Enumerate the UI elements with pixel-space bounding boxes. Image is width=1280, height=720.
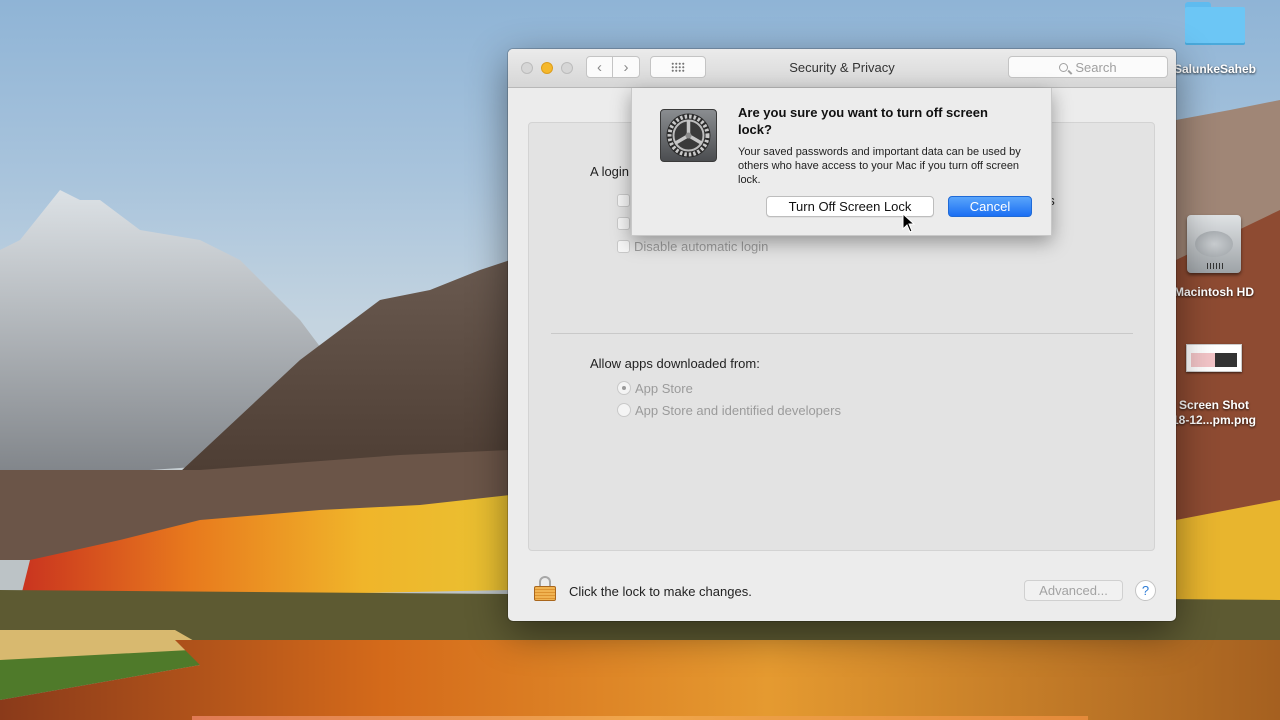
- title-bar[interactable]: ‹ › Security & Privacy Search: [508, 49, 1176, 88]
- search-input[interactable]: Search: [1008, 56, 1168, 78]
- advanced-button[interactable]: Advanced...: [1024, 580, 1123, 601]
- cancel-button[interactable]: Cancel: [948, 196, 1032, 217]
- system-preferences-gear-icon: [660, 109, 717, 162]
- dock-edge: [192, 716, 1088, 720]
- desktop-icon-screenshot[interactable]: Screen Shot 18-12...pm.png: [1164, 344, 1264, 428]
- desktop-icon-label-line2: 18-12...pm.png: [1171, 413, 1257, 427]
- dialog-title: Are you sure you want to turn off screen…: [738, 105, 988, 137]
- desktop-icon-label: Macintosh HD: [1173, 285, 1254, 299]
- search-icon: [1059, 62, 1069, 72]
- desktop-icon-folder[interactable]: SalunkeSaheb: [1165, 2, 1265, 77]
- dialog-message: Your saved passwords and important data …: [738, 146, 1021, 186]
- checkbox-show-message[interactable]: [617, 217, 630, 230]
- folder-icon: [1185, 2, 1245, 45]
- search-placeholder: Search: [1075, 59, 1117, 75]
- radio-app-store-identified[interactable]: [617, 403, 631, 417]
- desktop-icon-label-line1: Screen Shot: [1178, 398, 1250, 412]
- checkbox-require-password[interactable]: [617, 194, 630, 207]
- login-password-label: A login: [590, 164, 630, 179]
- radio-app-store-label: App Store: [635, 381, 693, 396]
- lock-hint-text: Click the lock to make changes.: [569, 584, 752, 599]
- hard-drive-icon: [1187, 215, 1241, 273]
- desktop-icon-macintosh-hd[interactable]: Macintosh HD: [1164, 215, 1264, 300]
- mouse-cursor-icon: [902, 213, 916, 233]
- allow-apps-label: Allow apps downloaded from:: [590, 356, 760, 371]
- help-button[interactable]: ?: [1135, 580, 1156, 601]
- disable-automatic-login-label: Disable automatic login: [634, 239, 769, 254]
- turn-off-screen-lock-dialog: Are you sure you want to turn off screen…: [631, 88, 1052, 236]
- lock-button[interactable]: [534, 576, 556, 602]
- screenshot-file-icon: [1186, 344, 1242, 372]
- radio-app-store[interactable]: [617, 381, 631, 395]
- desktop-icon-label: SalunkeSaheb: [1173, 62, 1257, 76]
- radio-app-store-identified-label: App Store and identified developers: [635, 403, 841, 418]
- section-divider: [551, 333, 1133, 334]
- checkbox-disable-automatic-login[interactable]: [617, 240, 630, 253]
